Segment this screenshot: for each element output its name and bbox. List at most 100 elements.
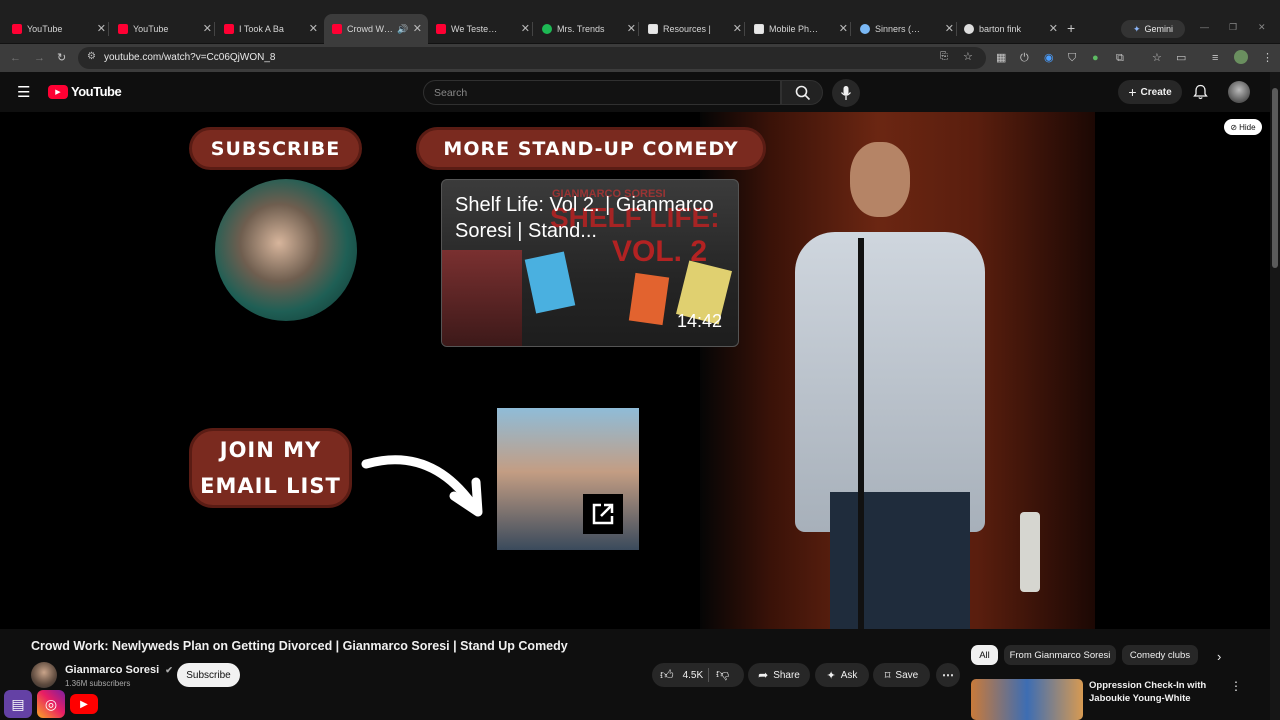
notifications-bell-icon[interactable] [1193, 84, 1208, 100]
tab-title: barton fink [979, 24, 1022, 34]
twitch-icon[interactable]: ▤ [4, 690, 32, 718]
tab-title: We Tested S [451, 24, 501, 34]
thumbs-down-icon[interactable]: 👎︎ [716, 666, 729, 682]
email-list-banner: JOIN MY EMAIL LIST [189, 428, 352, 508]
instagram-icon[interactable]: ◎ [37, 690, 65, 718]
card-duration: 14:42 [676, 311, 722, 331]
video-player[interactable]: SUBSCRIBE MORE STAND-UP COMEDY GIANMARCO… [0, 112, 1270, 629]
like-count[interactable]: 4.5K [683, 670, 704, 681]
youtube-favicon-icon [12, 24, 22, 34]
page-scrollbar[interactable] [1270, 72, 1280, 720]
comedian-head [850, 142, 910, 217]
gemini-label: Gemini [1144, 24, 1174, 34]
menu-kebab-icon[interactable]: ⋮ [1262, 51, 1273, 65]
browser-tab-active[interactable]: Crowd Work 🔊 ✕ [324, 14, 428, 44]
shield-icon[interactable]: ⛉ [1068, 51, 1076, 65]
close-tab-icon[interactable]: ✕ [733, 22, 742, 35]
hide-end-screen-button[interactable]: ⊘ Hide [1224, 119, 1262, 135]
hide-label: Hide [1239, 122, 1256, 132]
more-actions-button[interactable]: ⋯ [936, 663, 960, 687]
restore-button[interactable]: ❐ [1229, 22, 1237, 33]
ask-button[interactable]: ✦ Ask [815, 663, 869, 687]
new-tab-button[interactable]: + [1067, 20, 1075, 36]
puzzle-icon[interactable]: ⧉ [1116, 51, 1124, 65]
close-tab-icon[interactable]: ✕ [945, 22, 954, 35]
browser-tab[interactable]: barton fink ✕ [964, 17, 1058, 41]
search-button[interactable] [781, 80, 823, 105]
voice-search-button[interactable] [832, 79, 860, 107]
video-details: Crowd Work: Newlyweds Plan on Getting Di… [0, 629, 1280, 720]
power-icon[interactable]: ⏻ [1020, 51, 1029, 65]
share-button[interactable]: ➦ Share [748, 663, 810, 687]
stage-background [700, 112, 1095, 629]
close-tab-icon[interactable]: ✕ [97, 22, 106, 35]
browser-tab[interactable]: Mrs. Trends ✕ [542, 17, 636, 41]
install-app-icon[interactable]: ⎘ [940, 51, 948, 62]
bookmark-star-icon[interactable]: ☆ [963, 50, 973, 63]
thumbs-up-icon[interactable]: 👍︎ [660, 667, 674, 683]
email-banner-line1: JOIN MY [219, 438, 322, 462]
browser-tab[interactable]: We Tested S ✕ [436, 17, 530, 41]
browser-tab[interactable]: YouTube ✕ [12, 17, 106, 41]
tab-title: YouTube [133, 24, 169, 34]
create-button[interactable]: + Create [1118, 80, 1182, 104]
side-panel-icon[interactable]: ▭ [1176, 51, 1186, 65]
end-screen-video-card[interactable]: GIANMARCO SORESI SHELF LIFE: VOL. 2 Shel… [441, 179, 739, 347]
recommended-video-title[interactable]: Oppression Check-In with Jaboukie Young-… [1089, 679, 1224, 705]
address-bar[interactable]: ⚙ youtube.com/watch?v=Cc06QjWON_8 ⎘ ☆ [78, 47, 986, 69]
like-dislike-group: 👍︎ 4.5K 👎︎ [652, 663, 744, 687]
recommended-video-thumbnail[interactable] [971, 679, 1083, 720]
hamburger-menu-icon[interactable]: ☰ [17, 83, 30, 101]
browser-tab[interactable]: Mobile Phon ✕ [754, 17, 848, 41]
chip-comedy-clubs[interactable]: Comedy clubs [1122, 645, 1198, 665]
youtube-app-icon[interactable]: ▶ [70, 694, 98, 714]
email-signup-link[interactable] [497, 408, 639, 550]
bookmarks-icon[interactable]: ☆ [1152, 51, 1162, 65]
search-input[interactable]: Search [423, 80, 781, 105]
close-tab-icon[interactable]: ✕ [309, 22, 318, 35]
close-tab-icon[interactable]: ✕ [839, 22, 848, 35]
tab-title: Resources | [663, 24, 711, 34]
profile-avatar[interactable] [1234, 50, 1248, 64]
menu-kebab-icon[interactable]: ⋮ [1230, 679, 1242, 693]
drink-can [1020, 512, 1040, 592]
audio-wave-icon[interactable]: ◉ [1044, 51, 1054, 65]
back-arrow-icon[interactable]: ← [10, 51, 21, 65]
browser-tab[interactable]: Resources | ✕ [648, 17, 742, 41]
chip-all[interactable]: All [971, 645, 998, 665]
close-tab-icon[interactable]: ✕ [203, 22, 212, 35]
browser-tab[interactable]: Sinners (202 ✕ [860, 17, 954, 41]
mic-stand [858, 238, 864, 629]
site-info-icon[interactable]: ⚙ [87, 51, 96, 62]
forward-arrow-icon[interactable]: → [34, 51, 45, 65]
gemini-sparkle-icon: ✦ [1132, 23, 1141, 34]
external-link-icon [583, 494, 623, 534]
account-avatar[interactable] [1228, 81, 1250, 103]
save-button[interactable]: ⌑ Save [873, 663, 930, 687]
close-tab-icon[interactable]: ✕ [413, 22, 422, 35]
close-tab-icon[interactable]: ✕ [1049, 22, 1058, 35]
minimize-button[interactable]: — [1200, 22, 1209, 32]
browser-tab[interactable]: I Took A Ba ✕ [224, 17, 318, 41]
close-window-button[interactable]: ✕ [1258, 22, 1266, 33]
channel-name[interactable]: Gianmarco Soresi ✔ [65, 664, 173, 676]
channel-subscribe-avatar[interactable] [215, 179, 357, 321]
gemini-button[interactable]: ✦ Gemini [1121, 20, 1185, 38]
browser-tab[interactable]: YouTube ✕ [118, 17, 212, 41]
scrollbar-thumb[interactable] [1272, 88, 1278, 268]
extension-badge-icon[interactable]: ● [1092, 51, 1099, 65]
media-controls-icon[interactable]: ≡ [1212, 51, 1218, 65]
google-favicon-icon [964, 24, 974, 34]
subscribe-button[interactable]: Subscribe [177, 663, 240, 687]
close-tab-icon[interactable]: ✕ [627, 22, 636, 35]
spotify-favicon-icon [542, 24, 552, 34]
speaker-icon[interactable]: 🔊 [397, 24, 408, 35]
tab-title: Mrs. Trends [557, 24, 605, 34]
chevron-right-icon[interactable]: › [1217, 649, 1221, 664]
close-tab-icon[interactable]: ✕ [521, 22, 530, 35]
channel-avatar[interactable] [31, 662, 57, 688]
chip-from-channel[interactable]: From Gianmarco Soresi [1004, 645, 1116, 665]
extension-icon[interactable]: ▦ [996, 51, 1006, 65]
reload-icon[interactable]: ↻ [57, 51, 66, 65]
youtube-logo[interactable]: ▶ YouTube [48, 84, 122, 99]
